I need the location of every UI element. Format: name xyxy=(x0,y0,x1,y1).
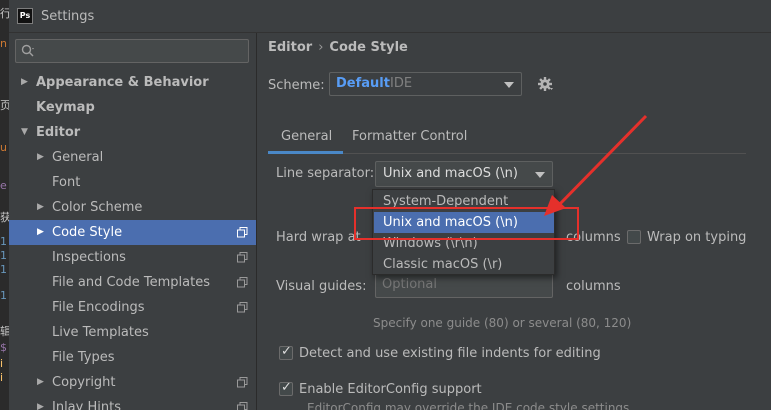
sidebar-item-editor[interactable]: ▼ Editor xyxy=(9,120,256,145)
visual-guides-unit: columns xyxy=(566,279,621,294)
detect-indents-label[interactable]: Detect and use existing file indents for… xyxy=(299,346,601,361)
sidebar-item-general[interactable]: ▶ General xyxy=(9,145,256,170)
scheme-label: Scheme: xyxy=(268,78,325,93)
window-title: Settings xyxy=(41,9,95,24)
active-tab-indicator xyxy=(268,151,343,154)
phpstorm-logo-icon: Ps xyxy=(17,8,33,24)
editor-edge-glyph: 1 xyxy=(0,263,7,276)
scheme-kind: IDE xyxy=(390,76,413,91)
editor-edge-glyph: e xyxy=(0,179,7,192)
editor-edge-glyph: 页 xyxy=(0,99,9,112)
sidebar-item-file-and-code-templates[interactable]: File and Code Templates xyxy=(9,270,256,295)
editor-edge-glyph: 行 xyxy=(0,7,9,20)
breadcrumb-parent[interactable]: Editor xyxy=(268,40,312,55)
breadcrumb: Editor › Code Style xyxy=(268,40,408,55)
sidebar-item-label: Inspections xyxy=(52,250,126,265)
line-separator-label: Line separator: xyxy=(276,166,375,181)
sidebar-item-label: File Encodings xyxy=(52,300,145,315)
line-separator-dropdown[interactable]: Unix and macOS (\n) xyxy=(375,161,553,187)
annotation-highlight-box xyxy=(354,207,579,240)
breadcrumb-current: Code Style xyxy=(329,40,408,55)
line-separator-option[interactable]: Classic macOS (\r) xyxy=(374,254,554,275)
project-settings-copy-icon xyxy=(237,277,248,288)
collapsed-arrow-icon[interactable]: ▶ xyxy=(37,395,44,410)
scheme-dropdown[interactable]: Default IDE xyxy=(329,72,522,96)
sidebar-item-label: File and Code Templates xyxy=(52,275,210,290)
sidebar-item-keymap[interactable]: Keymap xyxy=(9,95,256,120)
visual-guides-input[interactable] xyxy=(382,277,542,292)
settings-main-panel: Editor › Code Style Scheme: Default IDE Ge… xyxy=(257,33,771,410)
sidebar-item-label: Font xyxy=(52,175,81,190)
collapsed-arrow-icon[interactable]: ▶ xyxy=(21,70,28,95)
sidebar-item-label: Color Scheme xyxy=(52,200,143,215)
editor-edge-glyph: 1 xyxy=(0,249,7,262)
visual-guides-field[interactable] xyxy=(375,272,553,298)
editor-edge-glyph: 获 xyxy=(0,211,9,224)
sidebar-item-copyright[interactable]: ▶ Copyright xyxy=(9,370,256,395)
scheme-name: Default xyxy=(336,76,390,91)
editorconfig-label[interactable]: Enable EditorConfig support xyxy=(299,382,482,397)
editorconfig-checkbox[interactable] xyxy=(279,380,293,396)
editor-edge-glyph: 1 xyxy=(0,235,7,248)
sidebar-item-font[interactable]: Font xyxy=(9,170,256,195)
visual-guides-label: Visual guides: xyxy=(276,279,367,294)
collapsed-arrow-icon[interactable]: ▶ xyxy=(37,195,44,220)
sidebar-item-label: Inlay Hints xyxy=(52,400,121,410)
project-settings-copy-icon xyxy=(237,302,248,313)
sidebar-item-label: File Types xyxy=(52,350,115,365)
sidebar-item-file-encodings[interactable]: File Encodings xyxy=(9,295,256,320)
sidebar-item-code-style[interactable]: ▶ Code Style xyxy=(9,220,256,245)
tab-formatter-control[interactable]: Formatter Control xyxy=(352,129,467,144)
wrap-on-typing-checkbox[interactable] xyxy=(627,230,641,244)
sidebar-item-label: Keymap xyxy=(36,100,95,115)
sidebar-item-inlay-hints[interactable]: ▶ Inlay Hints xyxy=(9,395,256,410)
project-settings-copy-icon xyxy=(237,377,248,388)
sidebar-item-color-scheme[interactable]: ▶ Color Scheme xyxy=(9,195,256,220)
sidebar-item-label: Appearance & Behavior xyxy=(36,75,209,90)
title-bar: Ps Settings xyxy=(9,0,771,33)
editorconfig-hint: EditorConfig may override the IDE code s… xyxy=(307,401,630,410)
collapsed-arrow-icon[interactable]: ▶ xyxy=(37,145,44,170)
settings-search-input[interactable] xyxy=(40,43,240,57)
collapsed-arrow-icon[interactable]: ▶ xyxy=(37,220,44,245)
editor-edge-glyph: $ xyxy=(0,341,7,354)
editor-edge-glyph: 1 xyxy=(0,289,7,302)
project-settings-copy-icon xyxy=(237,402,248,410)
visual-guides-hint: Specify one guide (80) or several (80, 1… xyxy=(373,316,632,330)
collapsed-arrow-icon[interactable]: ▶ xyxy=(37,370,44,395)
settings-sidebar: ▶ Appearance & Behavior Keymap ▼ Editor ▶ Gene… xyxy=(9,33,257,410)
sidebar-item-inspections[interactable]: Inspections xyxy=(9,245,256,270)
search-icon xyxy=(21,44,34,57)
editor-edge-glyph: n xyxy=(0,37,7,50)
sidebar-item-label: General xyxy=(52,150,104,165)
editor-edge-glyph: u xyxy=(0,141,7,154)
chevron-down-icon xyxy=(535,172,545,178)
sidebar-item-file-types[interactable]: File Types xyxy=(9,345,256,370)
editor-edge-glyph: i xyxy=(0,357,4,370)
line-separator-value: Unix and macOS (\n) xyxy=(383,166,518,181)
background-editor-edge: 行 n 页 u e 获 1 1 1 1 辑 $ i i xyxy=(0,0,9,410)
sidebar-item-label: Editor xyxy=(36,125,81,140)
hard-wrap-label: Hard wrap at xyxy=(276,230,361,245)
project-settings-copy-icon xyxy=(237,252,248,263)
detect-indents-checkbox[interactable] xyxy=(279,344,293,360)
tab-general[interactable]: General xyxy=(281,129,332,144)
expanded-arrow-icon[interactable]: ▼ xyxy=(21,120,28,145)
sidebar-item-label: Code Style xyxy=(52,225,123,240)
breadcrumb-separator: › xyxy=(318,40,324,55)
sidebar-item-label: Copyright xyxy=(52,375,116,390)
sidebar-item-appearance-behavior[interactable]: ▶ Appearance & Behavior xyxy=(9,70,256,95)
gear-icon[interactable] xyxy=(537,76,553,92)
editor-edge-glyph: 辑 xyxy=(0,325,9,338)
sidebar-item-label: Live Templates xyxy=(52,325,149,340)
chevron-down-icon xyxy=(504,82,514,88)
project-settings-copy-icon xyxy=(237,227,248,238)
editor-edge-glyph: i xyxy=(0,371,4,384)
sidebar-item-live-templates[interactable]: Live Templates xyxy=(9,320,256,345)
settings-search-box[interactable] xyxy=(15,39,249,63)
wrap-on-typing-label[interactable]: Wrap on typing xyxy=(647,230,746,245)
